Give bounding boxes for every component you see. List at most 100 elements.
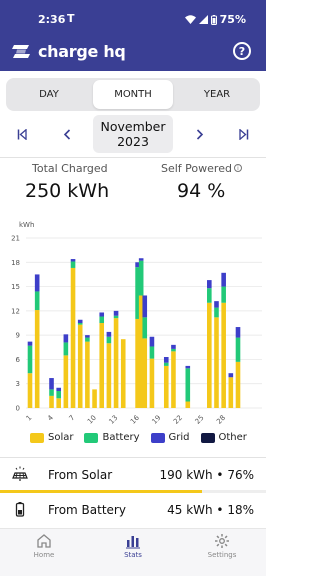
- bar-segment-solar: [77, 324, 83, 408]
- bar-segment-battery: [207, 288, 212, 303]
- skip-start-icon: [17, 128, 27, 140]
- signal-icon: [198, 15, 208, 24]
- bottom-tab-bar: Home Stats Settings: [0, 528, 266, 576]
- y-tick-label: 21: [11, 235, 20, 243]
- bar-segment-battery: [77, 323, 83, 325]
- bar-segment-battery: [142, 317, 148, 339]
- bar-segment-grid: [56, 387, 61, 391]
- period-selector: DAY MONTH YEAR: [6, 78, 260, 111]
- bar-segment-grid: [228, 373, 234, 378]
- stats-icon: [126, 536, 140, 549]
- chargehq-logo-icon: [12, 45, 30, 58]
- bar-segment-battery: [149, 346, 155, 359]
- bar-segment-battery: [63, 342, 69, 356]
- tab-stats[interactable]: Stats: [103, 533, 163, 559]
- y-tick-label: 0: [16, 405, 20, 413]
- tab-settings[interactable]: Settings: [192, 533, 252, 559]
- divider: [0, 457, 266, 458]
- bar-segment-solar: [171, 351, 176, 408]
- next-month-button[interactable]: [192, 126, 208, 142]
- x-tick-label: 13: [108, 414, 120, 426]
- legend-item-solar: Solar: [30, 432, 73, 443]
- month-year: 2023: [117, 134, 149, 149]
- bar-segment-solar: [85, 341, 90, 408]
- first-period-button[interactable]: [14, 126, 30, 142]
- bar-segment-solar: [120, 339, 126, 408]
- solar-panel-icon: [12, 466, 28, 481]
- bar-segment-grid: [27, 341, 33, 346]
- bar-segment-solar: [27, 373, 33, 408]
- bar-segment-solar: [70, 267, 76, 408]
- x-tick-label: 19: [151, 414, 163, 426]
- bar-segment-solar: [185, 401, 191, 408]
- x-tick-label: 16: [129, 413, 141, 425]
- bar-segment-battery: [235, 337, 241, 362]
- total-charged-label: Total Charged: [32, 162, 108, 175]
- battery-icon: [210, 14, 217, 25]
- bar-segment-grid: [49, 378, 54, 390]
- tab-home-label: Home: [33, 551, 55, 559]
- status-bar: 2:36 T 75%: [0, 0, 266, 34]
- breakdown-row-battery[interactable]: From Battery 45 kWh • 18%: [0, 495, 266, 525]
- skip-end-icon: [239, 128, 249, 140]
- bar-segment-solar: [214, 317, 219, 408]
- bar-segment-battery: [27, 345, 33, 374]
- solar-share-bar: [0, 490, 266, 493]
- gear-icon: [215, 534, 229, 548]
- bar-segment-solar: [92, 389, 97, 408]
- tab-month[interactable]: MONTH: [93, 80, 173, 109]
- legend-label-solar: Solar: [48, 432, 74, 443]
- tab-stats-label: Stats: [124, 551, 142, 559]
- bar-segment-grid: [77, 319, 83, 323]
- bar-segment-grid: [138, 258, 144, 261]
- bar-segment-solar: [142, 338, 148, 408]
- y-tick-label: 18: [11, 259, 20, 267]
- bar-segment-grid: [142, 295, 148, 318]
- bar-segment-solar: [228, 377, 234, 408]
- y-tick-label: 15: [11, 283, 20, 291]
- tab-year[interactable]: YEAR: [174, 78, 260, 111]
- x-tick-label: 4: [46, 413, 55, 422]
- previous-month-button[interactable]: [59, 126, 75, 142]
- bar-segment-grid: [99, 312, 105, 317]
- breakdown-value-battery: 45 kWh • 18%: [167, 503, 254, 517]
- tab-home[interactable]: Home: [14, 533, 74, 559]
- bar-segment-grid: [63, 334, 69, 343]
- last-period-button[interactable]: [236, 126, 252, 142]
- x-tick-label: 22: [172, 414, 184, 426]
- bar-segment-battery: [85, 337, 90, 342]
- month-display[interactable]: November 2023: [93, 115, 173, 153]
- bar-segment-battery: [49, 389, 54, 396]
- legend-item-other: Other: [200, 432, 247, 443]
- y-tick-label: 3: [16, 380, 20, 388]
- breakdown-row-solar[interactable]: From Solar 190 kWh • 76%: [0, 460, 266, 490]
- bar-segment-grid: [163, 357, 169, 363]
- y-tick-label: 9: [16, 332, 20, 340]
- bar-segment-battery: [185, 368, 191, 402]
- battery-percent: 75%: [219, 13, 246, 26]
- self-powered-value: 94 %: [177, 180, 226, 202]
- bar-segment-solar: [163, 365, 169, 408]
- info-icon[interactable]: i: [233, 164, 242, 172]
- x-tick-label: 28: [215, 414, 227, 426]
- bar-segment-battery: [70, 261, 76, 268]
- self-powered-label: Self Powered: [161, 162, 232, 175]
- x-tick-label: 1: [25, 414, 34, 423]
- bar-segment-grid: [235, 327, 241, 338]
- legend-swatch-grid: [150, 432, 165, 443]
- legend-item-grid: Grid: [150, 432, 190, 443]
- tab-day[interactable]: DAY: [6, 78, 92, 111]
- chart-legend: Solar Battery Grid Other: [30, 432, 247, 443]
- bar-segment-grid: [106, 331, 112, 337]
- bar-segment-battery: [221, 286, 226, 303]
- help-button[interactable]: ?: [233, 42, 251, 60]
- bar-segment-solar: [56, 398, 61, 408]
- monthly-energy-chart: kWh0369121518211 4 7 10 13 16 19 22 25 28: [11, 221, 262, 426]
- bar-segment-grid: [171, 344, 176, 349]
- notification-icon: T: [67, 12, 75, 25]
- month-name: November: [100, 119, 166, 134]
- legend-item-battery: Battery: [84, 432, 140, 443]
- legend-label-grid: Grid: [168, 432, 190, 443]
- bar-segment-battery: [99, 316, 105, 323]
- breakdown-label-battery: From Battery: [48, 503, 126, 517]
